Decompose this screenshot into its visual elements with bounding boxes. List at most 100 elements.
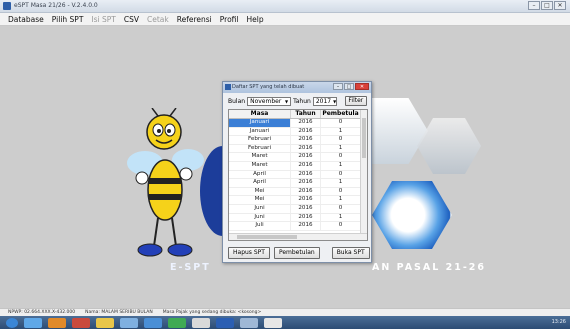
menu-bar: Database Pilih SPT Isi SPT CSV Cetak Ref… xyxy=(0,13,570,26)
app-icon[interactable] xyxy=(144,317,162,328)
dialog-titlebar[interactable]: Daftar SPT yang telah dibuat – □ ✕ xyxy=(223,82,371,93)
word-icon[interactable] xyxy=(216,317,234,328)
dialog-close-button[interactable]: ✕ xyxy=(355,83,369,90)
buka-spt-button[interactable]: Buka SPT xyxy=(331,247,370,259)
status-npwp: NPWP: 02.664.XXX.X-432.000 xyxy=(8,310,76,315)
table-cell: 2016 xyxy=(291,161,321,170)
spt-table: Masa Tahun Pembetula Januari 2016 0 Januari… xyxy=(228,109,368,241)
pembetulan-button[interactable]: Pembetulan xyxy=(273,247,320,259)
table-cell: 2016 xyxy=(291,204,321,213)
bulan-select[interactable]: November ▼ xyxy=(247,96,292,106)
chrome-icon[interactable] xyxy=(168,317,186,328)
table-row[interactable]: Maret 2016 0 xyxy=(229,153,367,162)
menu-help[interactable]: Help xyxy=(247,15,264,24)
minimize-button[interactable]: – xyxy=(528,1,540,10)
table-cell: Februari xyxy=(229,144,291,153)
table-row[interactable]: Mei 2016 0 xyxy=(229,187,367,197)
tahun-label: Tahun xyxy=(293,97,311,105)
table-row[interactable]: Juli 2016 0 xyxy=(229,222,367,231)
table-row[interactable]: Juni 2016 1 xyxy=(229,213,367,223)
hapus-spt-button[interactable]: Hapus SPT xyxy=(228,247,270,259)
column-header-masa[interactable]: Masa xyxy=(229,110,291,118)
table-row[interactable]: April 2016 1 xyxy=(229,179,367,188)
scroll-thumb[interactable] xyxy=(237,235,297,239)
table-row[interactable]: Mei 2016 1 xyxy=(229,196,367,205)
menu-profil[interactable]: Profil xyxy=(220,15,239,24)
table-cell: Mei xyxy=(229,196,291,204)
os-taskbar: 13:26 xyxy=(0,316,570,329)
menu-csv[interactable]: CSV xyxy=(124,15,139,24)
dialog-controls: – □ ✕ xyxy=(333,83,369,90)
espt-icon[interactable] xyxy=(264,317,282,328)
table-cell: 0 xyxy=(321,153,361,161)
table-cell: 2016 xyxy=(291,196,321,204)
table-cell: 1 xyxy=(321,196,361,204)
menu-referensi[interactable]: Referensi xyxy=(177,15,212,24)
media-icon[interactable] xyxy=(48,317,66,328)
scroll-thumb[interactable] xyxy=(362,118,366,158)
table-row[interactable]: Maret 2016 1 xyxy=(229,161,367,171)
tahun-select[interactable]: 2017 ▼ xyxy=(312,96,337,106)
dialog-title: Daftar SPT yang telah dibuat xyxy=(232,84,305,90)
start-button-icon[interactable] xyxy=(6,317,18,328)
table-cell: Juni xyxy=(229,204,291,213)
dialog-maximize-button[interactable]: □ xyxy=(344,83,354,90)
column-header-tahun[interactable]: Tahun xyxy=(291,110,321,118)
menu-database[interactable]: Database xyxy=(8,15,44,24)
bee-mascot-graphic xyxy=(127,108,204,257)
table-cell: 0 xyxy=(321,187,361,196)
table-cell: Januari xyxy=(229,127,291,136)
table-row[interactable]: Februari 2016 1 xyxy=(229,144,367,154)
table-cell: 2016 xyxy=(291,136,321,144)
app-icon[interactable] xyxy=(72,317,90,328)
chevron-down-icon: ▼ xyxy=(285,98,289,104)
column-header-pembetulan[interactable]: Pembetula xyxy=(321,110,361,118)
table-cell: 1 xyxy=(321,127,361,136)
bulan-select-value: November xyxy=(250,97,282,105)
filter-button[interactable]: Filter xyxy=(344,96,367,106)
status-masa: Masa Pajak yang sedang dibuka: <kosong> xyxy=(162,310,262,315)
table-cell: April xyxy=(229,179,291,187)
tahun-select-value: 2017 xyxy=(315,97,332,105)
table-cell: 2016 xyxy=(291,153,321,161)
window-controls: – □ ✕ xyxy=(528,1,566,10)
table-cell: 1 xyxy=(321,161,361,170)
table-cell: 0 xyxy=(321,204,361,213)
folder-icon[interactable] xyxy=(96,317,114,328)
browser-icon[interactable] xyxy=(24,317,42,328)
app-icon[interactable] xyxy=(240,317,258,328)
app-icon[interactable] xyxy=(192,317,210,328)
table-row[interactable]: April 2016 0 xyxy=(229,170,367,180)
table-header: Masa Tahun Pembetula xyxy=(229,110,367,119)
banner-text-left: E-SPT xyxy=(170,262,211,273)
table-cell: 2016 xyxy=(291,213,321,222)
table-row[interactable]: Juni 2016 0 xyxy=(229,204,367,214)
hexagon-graphic-blue xyxy=(372,181,452,249)
table-cell: 2016 xyxy=(291,119,321,127)
table-cell: Juni xyxy=(229,213,291,222)
table-cell: 0 xyxy=(321,119,361,127)
clock: 13:26 xyxy=(551,319,566,325)
status-bar: NPWP: 02.664.XXX.X-432.000 Nama: MALAM S… xyxy=(0,308,570,316)
horizontal-scrollbar[interactable] xyxy=(229,233,367,240)
table-cell: 0 xyxy=(321,222,361,230)
table-row[interactable]: Januari 2016 1 xyxy=(229,127,367,137)
table-row[interactable]: Februari 2016 0 xyxy=(229,136,367,145)
maximize-button[interactable]: □ xyxy=(541,1,553,10)
table-cell: 1 xyxy=(321,144,361,153)
vertical-scrollbar[interactable] xyxy=(360,110,367,234)
filter-row: Bulan November ▼ Tahun 2017 ▼ Filter xyxy=(228,96,367,106)
table-row[interactable]: Januari 2016 0 xyxy=(229,119,367,128)
chevron-down-icon: ▼ xyxy=(333,98,337,104)
close-button[interactable]: ✕ xyxy=(554,1,566,10)
table-cell: 0 xyxy=(321,136,361,144)
table-cell: April xyxy=(229,170,291,179)
menu-pilih-spt[interactable]: Pilih SPT xyxy=(52,15,84,24)
banner-text-right: AN PASAL 21-26 xyxy=(372,262,486,273)
dialog-minimize-button[interactable]: – xyxy=(333,83,343,90)
table-cell: 1 xyxy=(321,179,361,187)
table-cell: 2016 xyxy=(291,170,321,179)
table-cell: Februari xyxy=(229,136,291,144)
app-icon[interactable] xyxy=(120,317,138,328)
table-cell: Maret xyxy=(229,153,291,161)
